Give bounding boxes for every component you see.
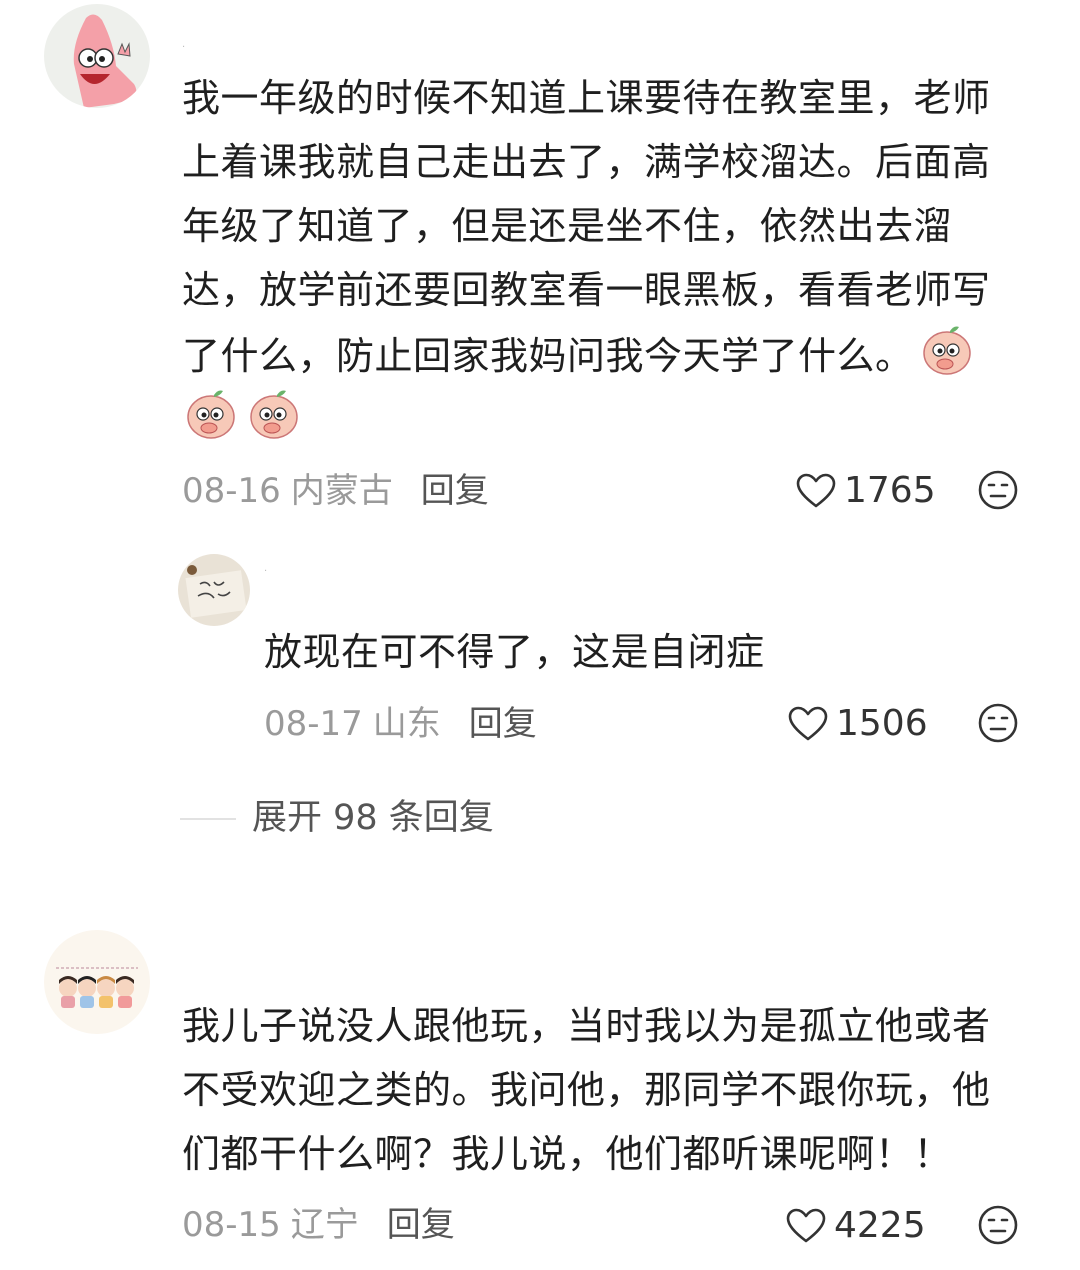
comment-text: 我一年级的时候不知道上课要待在教室里，老师 上着课我就自己走出去了，满学校溜达。…: [182, 66, 1042, 395]
comment-location: 辽宁: [290, 1205, 359, 1245]
comment-text: 我儿子说没人跟他玩，当时我以为是孤立他或者 不受欢迎之类的。我问他，那同学不跟你…: [182, 994, 1042, 1186]
comment-meta: 08-15 辽宁 回复: [182, 1205, 455, 1245]
username-placeholder: ·: [264, 566, 268, 577]
dislike-button[interactable]: [977, 1204, 1019, 1250]
like-count: 1506: [836, 703, 928, 744]
like-button[interactable]: 4225: [786, 1206, 926, 1246]
cartoon-girls-avatar-image: [44, 930, 150, 1034]
comment-line-text: 了什么，防止回家我妈问我今天学了什么。: [182, 334, 914, 378]
comment-date: 08-16: [182, 471, 281, 511]
comment-line: 我儿子说没人跟他玩，当时我以为是孤立他或者: [182, 1004, 991, 1048]
handwriting-photo-avatar-image: [178, 554, 250, 626]
user-avatar[interactable]: [44, 930, 150, 1034]
comment-meta: 08-16 内蒙古 回复: [182, 471, 489, 511]
neutral-face-icon: [978, 470, 1018, 510]
comment-location: 内蒙古: [290, 471, 393, 511]
comment-line: 放现在可不得了，这是自闭症: [264, 630, 765, 674]
like-button[interactable]: 1765: [796, 471, 936, 511]
blushing-peach-emoji: [247, 386, 301, 444]
comment-location: 山东: [372, 704, 441, 744]
comment-line: 我一年级的时候不知道上课要待在教室里，老师: [182, 76, 991, 120]
like-count: 1765: [844, 470, 936, 511]
like-button[interactable]: 1506: [788, 704, 928, 744]
neutral-face-icon: [978, 703, 1018, 743]
user-avatar[interactable]: [178, 554, 250, 626]
expand-divider: [180, 818, 236, 820]
username-placeholder: ·: [182, 42, 186, 53]
blushing-peach-emoji: [920, 322, 974, 395]
emoji-row: [184, 386, 301, 444]
like-count: 4225: [834, 1205, 926, 1246]
comment-date: 08-15: [182, 1205, 281, 1245]
neutral-face-icon: [978, 1205, 1018, 1245]
blushing-peach-emoji: [184, 386, 238, 444]
comment-line: 年级了知道了，但是还是坐不住，依然出去溜: [182, 204, 953, 248]
comment-line: 不受欢迎之类的。我问他，那同学不跟你玩，他: [182, 1068, 991, 1112]
comment-date: 08-17: [264, 704, 363, 744]
reply-button[interactable]: 回复: [387, 1205, 455, 1245]
comment-line: 达，放学前还要回教室看一眼黑板，看看老师写: [182, 268, 991, 312]
comment-meta: 08-17 山东 回复: [264, 704, 537, 744]
comment-line: 了什么，防止回家我妈问我今天学了什么。: [182, 322, 1042, 395]
comment-line: 们都干什么啊？我儿说，他们都听课呢啊！！: [182, 1132, 953, 1176]
heart-outline-icon: [788, 706, 828, 741]
patrick-star-avatar-image: [44, 4, 150, 108]
comment-line: 上着课我就自己走出去了，满学校溜达。后面高: [182, 140, 991, 184]
comment-text: 放现在可不得了，这是自闭症: [264, 620, 1024, 684]
dislike-button[interactable]: [977, 702, 1019, 748]
heart-outline-icon: [796, 473, 836, 508]
reply-button[interactable]: 回复: [421, 471, 489, 511]
dislike-button[interactable]: [977, 469, 1019, 515]
expand-replies-button[interactable]: 展开 98 条回复: [252, 798, 494, 838]
reply-button[interactable]: 回复: [469, 704, 537, 744]
user-avatar[interactable]: [44, 4, 150, 108]
heart-outline-icon: [786, 1208, 826, 1243]
